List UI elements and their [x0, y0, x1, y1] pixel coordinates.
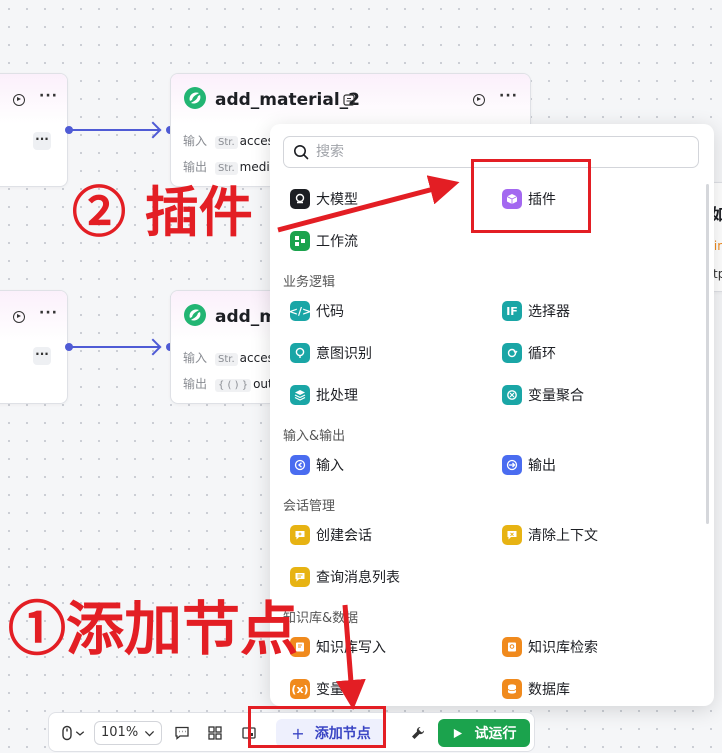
search-icon — [294, 145, 309, 160]
annotation-step1-text: ①添加节点 — [8, 595, 299, 663]
node-item-variable[interactable]: (x) 变量 — [290, 677, 344, 701]
node-item-code[interactable]: </> 代码 — [289, 299, 344, 323]
node-item-variable-merge[interactable]: 变量聚合 — [502, 383, 584, 407]
loop-icon — [502, 343, 522, 363]
plugin-logo-icon — [184, 87, 206, 109]
output-param: tp — [713, 267, 722, 281]
node-input-row: 输入 Str. access — [183, 132, 280, 149]
run-node-icon[interactable] — [473, 94, 485, 106]
node-item-intent[interactable]: 意图识别 — [290, 341, 372, 365]
input-icon — [290, 455, 310, 475]
annotation-step2-text: ② 插件 — [72, 180, 253, 244]
database-icon — [502, 679, 522, 699]
section-title-business-logic: 业务逻辑 — [283, 275, 336, 290]
annotation-box-plugin — [471, 159, 591, 233]
chevron-down-icon — [144, 730, 155, 737]
wrench-icon — [412, 726, 425, 739]
clear-context-icon — [502, 525, 522, 545]
output-icon — [502, 455, 522, 475]
test-run-button[interactable]: 试运行 — [438, 719, 530, 747]
node-header: add_material_2 ··· — [171, 74, 530, 124]
node-item-label: 创建会话 — [316, 528, 372, 544]
selector-icon: IF — [502, 301, 522, 321]
more-icon[interactable]: ··· — [33, 132, 51, 150]
edge-arrow — [144, 338, 162, 356]
node-item-label: 工作流 — [316, 234, 358, 250]
plugin-logo-icon — [184, 304, 206, 326]
input-label: 输入 — [183, 134, 208, 148]
node-header: ··· — [0, 74, 67, 124]
comment-icon[interactable] — [174, 725, 190, 741]
more-icon[interactable]: ··· — [39, 88, 58, 104]
edge-arrow — [144, 121, 162, 139]
node-item-llm[interactable]: 大模型 — [290, 187, 358, 211]
zoom-level: 101% — [101, 725, 139, 740]
node-item-input[interactable]: 输入 — [290, 453, 344, 477]
node-item-create-conversation[interactable]: 创建会话 — [290, 523, 372, 547]
mouse-icon[interactable] — [59, 725, 75, 741]
node-item-label: 输出 — [528, 458, 556, 474]
node-item-label: 选择器 — [528, 304, 570, 320]
workflow-icon — [290, 231, 310, 251]
test-run-label: 试运行 — [474, 726, 517, 742]
node-item-message-list[interactable]: 查询消息列表 — [290, 565, 400, 589]
zoom-select[interactable]: 101% — [94, 721, 162, 745]
output-label: 输出 — [183, 377, 208, 391]
node-item-label: 输入 — [316, 458, 344, 474]
annotation-box-add-node — [248, 706, 386, 748]
node-item-kb-write[interactable]: 知识库写入 — [290, 635, 386, 659]
node-item-clear-context[interactable]: 清除上下文 — [502, 523, 598, 547]
layout-icon[interactable] — [207, 725, 223, 741]
type-tag: Str. — [215, 136, 238, 149]
node-item-output[interactable]: 输出 — [502, 453, 556, 477]
plugin-badge-icon — [343, 94, 355, 106]
node-item-label: 大模型 — [316, 192, 358, 208]
create-conversation-icon — [290, 525, 310, 545]
section-title-conversation: 会话管理 — [283, 499, 336, 514]
play-icon — [453, 728, 462, 738]
node-item-kb-search[interactable]: 知识库检索 — [502, 635, 598, 659]
node-item-label: 批处理 — [316, 388, 358, 404]
run-node-icon[interactable] — [13, 311, 25, 323]
node-item-batch[interactable]: 批处理 — [290, 383, 358, 407]
node-item-label: 变量聚合 — [528, 388, 584, 404]
intent-icon — [290, 343, 310, 363]
kb-search-icon — [502, 637, 522, 657]
batch-icon — [290, 385, 310, 405]
node-item-label: 知识库检索 — [528, 640, 598, 656]
node-item-label: 知识库写入 — [316, 640, 386, 656]
debug-settings-button[interactable] — [404, 719, 432, 747]
section-title-input-output: 输入&输出 — [283, 429, 346, 444]
code-icon: </> — [289, 301, 311, 321]
node-input-row: 输入 Str. access — [183, 349, 280, 366]
node-title: add_material_2 — [215, 90, 360, 110]
node-item-label: 清除上下文 — [528, 528, 598, 544]
node-item-workflow[interactable]: 工作流 — [290, 229, 358, 253]
llm-icon — [290, 189, 310, 209]
more-icon[interactable]: ··· — [499, 88, 518, 104]
node-header: ··· — [0, 291, 67, 341]
node-item-label: 代码 — [316, 304, 344, 320]
node-item-database[interactable]: 数据库 — [502, 677, 570, 701]
node-item-label: 数据库 — [528, 682, 570, 698]
node-item-label: 循环 — [528, 346, 556, 362]
workflow-node-left-bottom[interactable]: ··· ··· — [0, 290, 68, 404]
variable-merge-icon — [502, 385, 522, 405]
node-item-label: 变量 — [316, 682, 344, 698]
type-tag: Str. — [215, 353, 238, 366]
workflow-node-left-top[interactable]: ··· ··· — [0, 73, 68, 187]
type-tag: { ( ) } — [215, 379, 252, 392]
input-label: 输入 — [183, 351, 208, 365]
more-icon[interactable]: ··· — [39, 305, 58, 321]
panel-scrollbar[interactable] — [706, 184, 709, 524]
node-item-label: 意图识别 — [316, 346, 372, 362]
node-item-selector[interactable]: IF 选择器 — [502, 299, 570, 323]
chevron-down-icon[interactable] — [75, 725, 85, 741]
more-icon[interactable]: ··· — [33, 347, 51, 365]
node-item-label: 查询消息列表 — [316, 570, 400, 586]
run-node-icon[interactable] — [13, 94, 25, 106]
variable-icon: (x) — [290, 679, 310, 699]
node-item-loop[interactable]: 循环 — [502, 341, 556, 365]
